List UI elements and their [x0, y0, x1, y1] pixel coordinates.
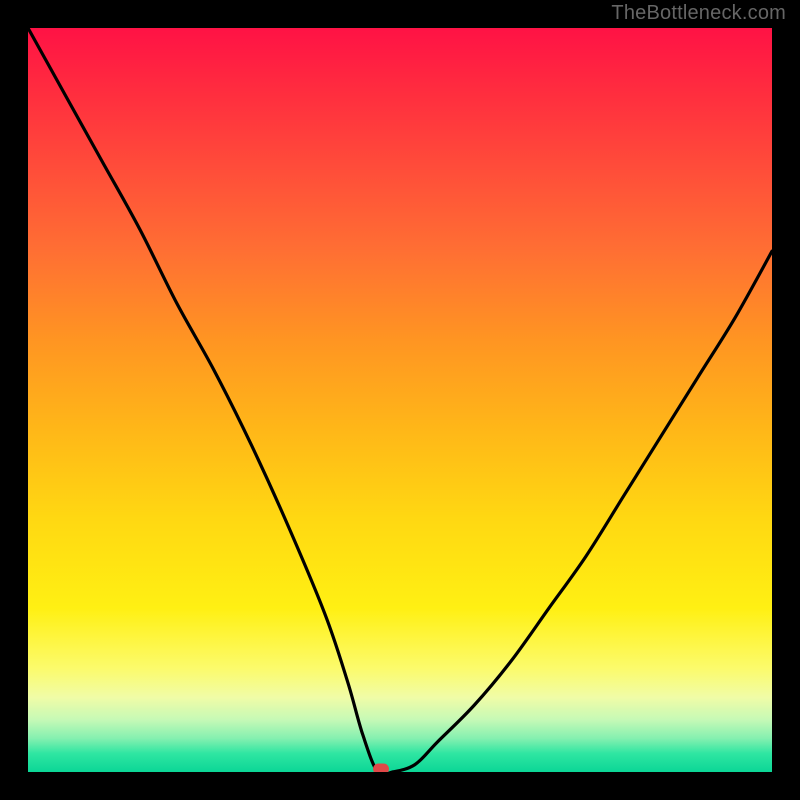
plot-area: [28, 28, 772, 772]
bottleneck-curve: [28, 28, 772, 772]
watermark-text: TheBottleneck.com: [611, 2, 786, 25]
chart-frame: TheBottleneck.com: [0, 0, 800, 800]
optimum-marker: [373, 764, 389, 773]
